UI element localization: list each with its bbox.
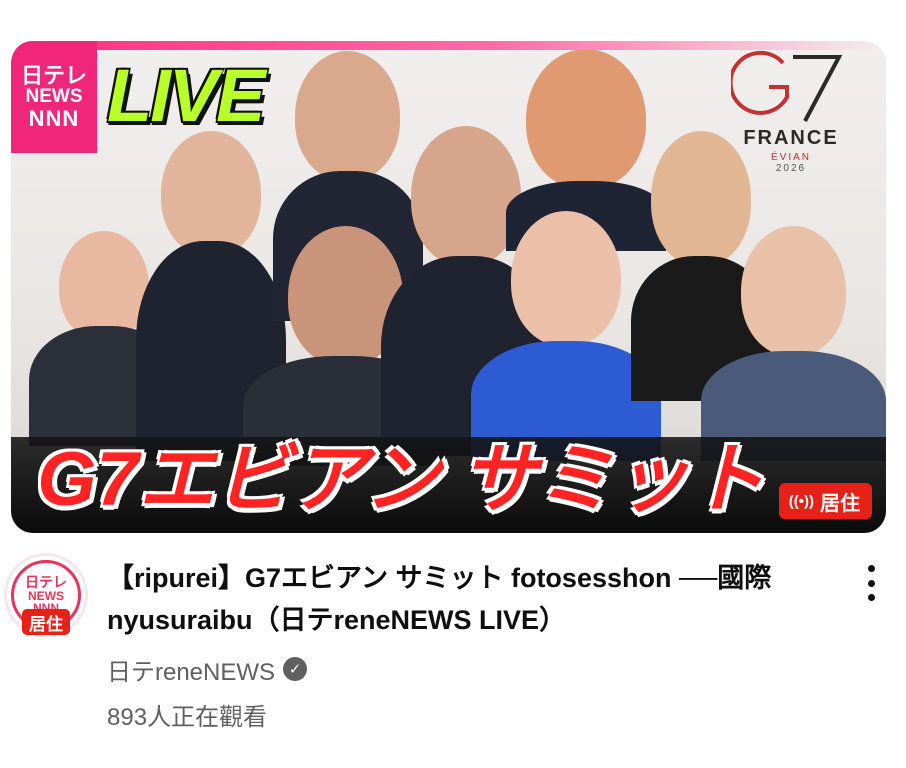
live-badge: ((•)) 居住 (778, 483, 872, 519)
thumbnail-live-text: LIVE (107, 54, 265, 137)
avatar-live-badge: 居住 (22, 609, 70, 635)
video-thumbnail[interactable]: 日テレ NEWS NNN LIVE FRANCE ÉVIAN 2026 G7エビ… (11, 41, 886, 533)
channel-name[interactable]: 日テreneNEWS (107, 652, 275, 687)
broadcast-icon: ((•)) (788, 492, 814, 510)
thumbnail-headline: G7エビアン サミット (37, 437, 765, 522)
g7-france-logo: FRANCE ÉVIAN 2026 (716, 47, 866, 174)
viewer-count: 893人正在觀看 (107, 704, 268, 731)
g7-mark-icon (731, 50, 843, 122)
more-options-icon[interactable] (858, 561, 884, 605)
verified-check-icon: ✓ (283, 657, 308, 681)
video-title[interactable]: 【ripurei】G7エビアン サミット fotosesshon ──國際nyu… (107, 557, 847, 641)
ntv-news-logo: 日テレ NEWS NNN (11, 41, 97, 153)
channel-name-row[interactable]: 日テreneNEWS ✓ (107, 652, 308, 687)
